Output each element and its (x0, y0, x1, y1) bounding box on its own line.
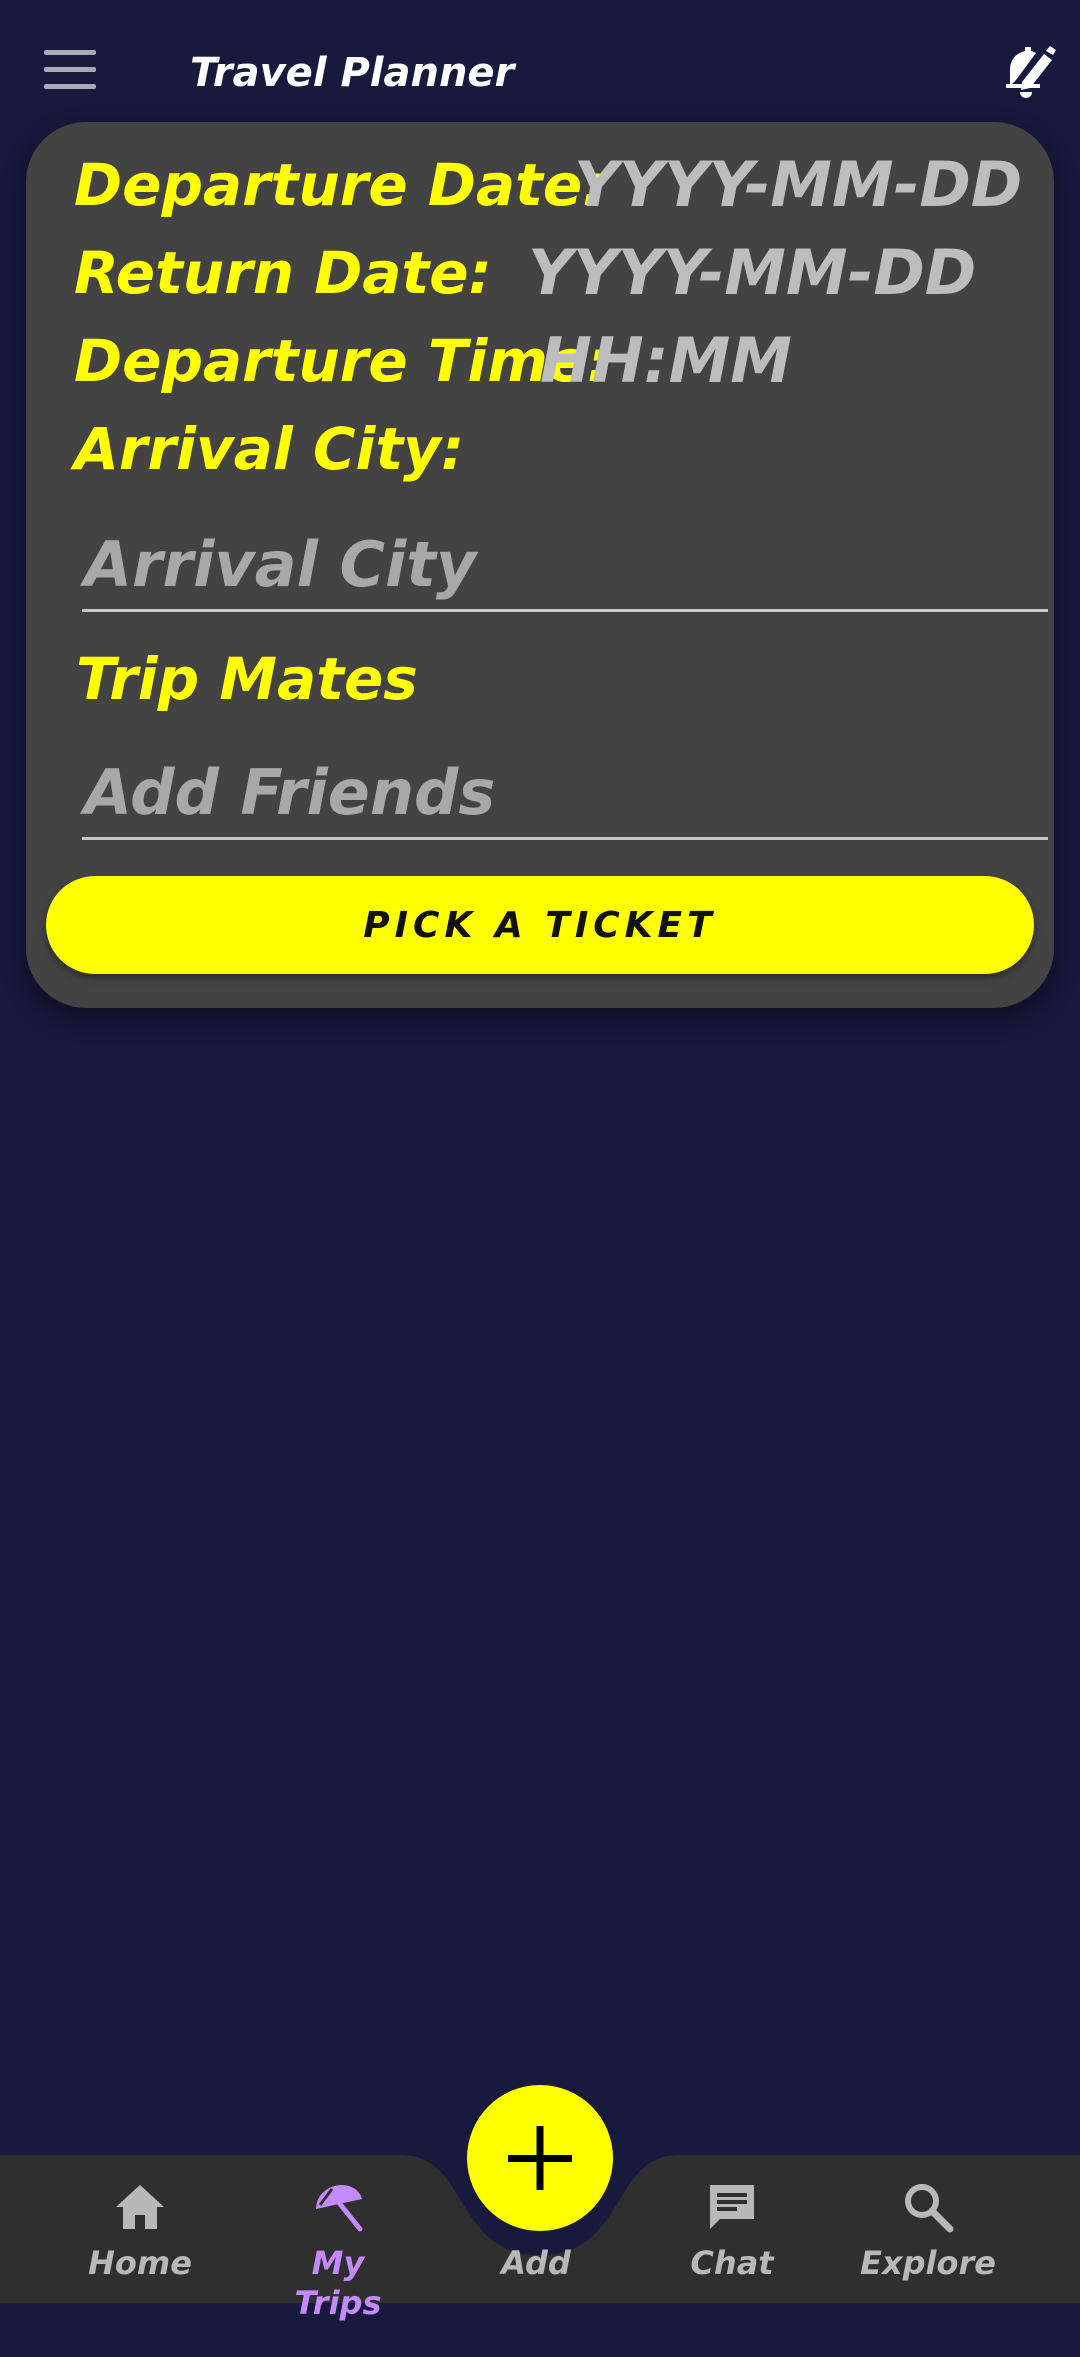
search-icon (905, 2184, 954, 2233)
arrival-city-input[interactable]: Arrival City (82, 512, 1048, 612)
arrival-city-placeholder: Arrival City (84, 528, 477, 601)
add-trip-fab[interactable] (467, 2085, 613, 2231)
hamburger-menu-icon[interactable] (44, 50, 96, 90)
app-title: Travel Planner (190, 50, 515, 96)
bell-edit-icon[interactable] (1000, 42, 1056, 102)
departure-time-label: Departure Time: (74, 327, 611, 395)
nav-explore-label: Explore (860, 2244, 996, 2282)
add-friends-input[interactable]: Add Friends (82, 740, 1048, 840)
nav-chat-label: Chat (690, 2244, 774, 2282)
nav-explore[interactable]: Explore (858, 2179, 998, 2299)
nav-my-trips-label: My Trips (294, 2244, 382, 2322)
nav-home-label: Home (88, 2244, 192, 2282)
arrival-city-label: Arrival City: (74, 415, 465, 483)
trip-mates-label: Trip Mates (76, 645, 418, 713)
pick-ticket-button[interactable]: PICK A TICKET (46, 876, 1034, 974)
nav-add-label: Add (501, 2244, 571, 2282)
beach-umbrella-icon (316, 2185, 363, 2232)
departure-date-label: Departure Date: (74, 151, 606, 219)
nav-chat[interactable]: Chat (662, 2179, 802, 2299)
departure-date-field[interactable]: YYYY-MM-DD (574, 150, 1022, 220)
nav-add[interactable]: Add (466, 2237, 606, 2357)
add-friends-placeholder: Add Friends (84, 756, 496, 829)
home-icon (116, 2185, 164, 2229)
nav-home[interactable]: Home (70, 2179, 210, 2299)
plus-icon (508, 2126, 572, 2190)
chat-icon (710, 2185, 754, 2229)
return-date-label: Return Date: (74, 239, 492, 307)
return-date-field[interactable]: YYYY-MM-DD (528, 238, 976, 308)
nav-my-trips[interactable]: My Trips (268, 2179, 408, 2322)
departure-time-field[interactable]: HH:MM (540, 326, 792, 396)
